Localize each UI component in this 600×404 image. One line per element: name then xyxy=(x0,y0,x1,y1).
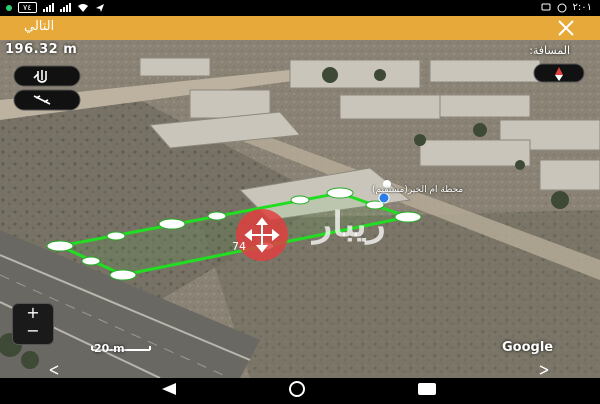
compass-icon[interactable] xyxy=(533,63,585,83)
signal-icon xyxy=(59,3,71,12)
top-action-bar: التالي xyxy=(0,16,600,40)
navigation-bar xyxy=(0,378,600,400)
map-imagery: 74 xyxy=(0,40,600,378)
green-dot-icon xyxy=(6,4,12,11)
zoom-in-button[interactable]: + xyxy=(13,304,53,322)
signal-icon xyxy=(42,3,54,12)
battery-level: ٧٤ xyxy=(23,3,32,12)
status-bar: ٧٤ ٢:٠١ xyxy=(0,0,600,16)
google-attribution: Google xyxy=(502,340,554,355)
segment-length-label: 74 xyxy=(232,240,246,253)
place-name-label: محطة ام الخير(مستقيم) xyxy=(372,185,464,195)
satellite-map[interactable]: 74 xyxy=(0,40,600,378)
chat-icon xyxy=(541,3,551,10)
recents-icon[interactable] xyxy=(418,383,436,395)
clock: ٢:٠١ xyxy=(572,2,592,13)
distance-readout: 196.32 m xyxy=(5,42,78,57)
wifi-icon xyxy=(77,3,88,12)
zoom-control[interactable]: + − xyxy=(12,303,54,345)
next-button[interactable]: التالي xyxy=(24,19,54,34)
zoom-out-button[interactable]: − xyxy=(13,322,53,340)
ruler-icon[interactable] xyxy=(13,89,81,111)
distance-label: :المسافة xyxy=(529,44,570,57)
hand-pointer-icon[interactable] xyxy=(13,65,81,87)
close-icon[interactable] xyxy=(556,18,576,38)
back-icon[interactable] xyxy=(162,383,176,395)
home-icon[interactable] xyxy=(289,381,305,397)
whatsapp-icon xyxy=(557,3,567,12)
send-icon xyxy=(95,3,104,12)
scale-label: 20 m xyxy=(94,342,125,355)
watermark: ريبار xyxy=(313,205,386,245)
battery-icon: ٧٤ xyxy=(18,2,37,13)
